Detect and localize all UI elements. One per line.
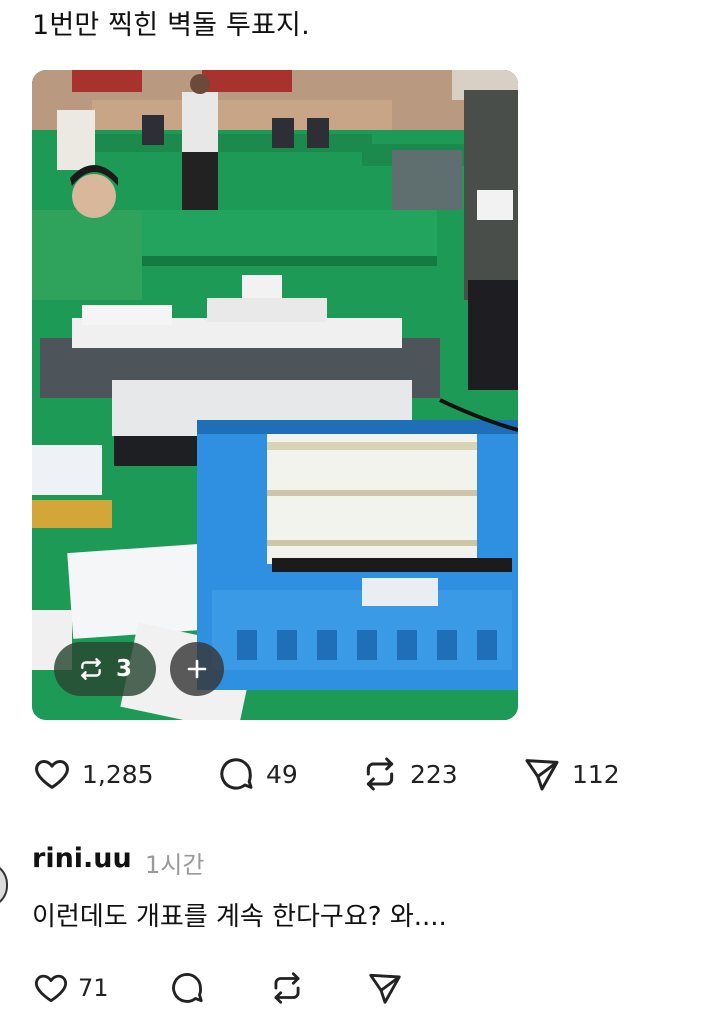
comment-repost-button[interactable]	[268, 966, 306, 1010]
post-photo[interactable]: 3	[32, 70, 518, 720]
plus-icon	[187, 659, 207, 679]
comment-actions: 71	[32, 966, 452, 1010]
comment-username[interactable]: rini.uu	[32, 843, 132, 874]
share-count: 112	[572, 759, 620, 789]
repost-icon	[274, 972, 300, 1004]
like-count: 1,285	[82, 759, 154, 789]
add-button[interactable]	[170, 642, 224, 696]
comment-share-button[interactable]	[366, 966, 404, 1010]
post-actions: 1,285 49 223 112	[32, 752, 632, 796]
repost-icon	[81, 658, 101, 680]
send-icon	[369, 973, 401, 1004]
like-button[interactable]: 1,285	[32, 752, 154, 796]
comment-like-button[interactable]: 71	[32, 966, 109, 1010]
repost-button[interactable]: 223	[360, 752, 458, 796]
comment-count: 49	[266, 759, 298, 789]
heart-icon	[35, 760, 69, 789]
avatar[interactable]	[0, 862, 8, 908]
comment-icon	[220, 758, 253, 790]
comment-button[interactable]: 49	[216, 752, 298, 796]
comment-timestamp: 1시간	[145, 851, 205, 879]
repost-count-pill[interactable]: 3	[54, 642, 156, 696]
photo-scene	[32, 70, 518, 720]
heart-icon	[34, 974, 68, 1003]
comment-like-count: 71	[78, 974, 109, 1002]
repost-icon	[366, 757, 394, 791]
send-icon	[525, 759, 559, 791]
repost-count: 223	[410, 759, 458, 789]
repost-count: 3	[115, 656, 132, 682]
comment-icon	[172, 973, 203, 1003]
comment-text: 이런데도 개표를 계속 한다구요? 와....	[32, 902, 447, 932]
comment-reply-button[interactable]	[168, 966, 206, 1010]
post-text: 1번만 찍힌 벽돌 투표지.	[32, 10, 310, 41]
share-button[interactable]: 112	[522, 752, 620, 796]
